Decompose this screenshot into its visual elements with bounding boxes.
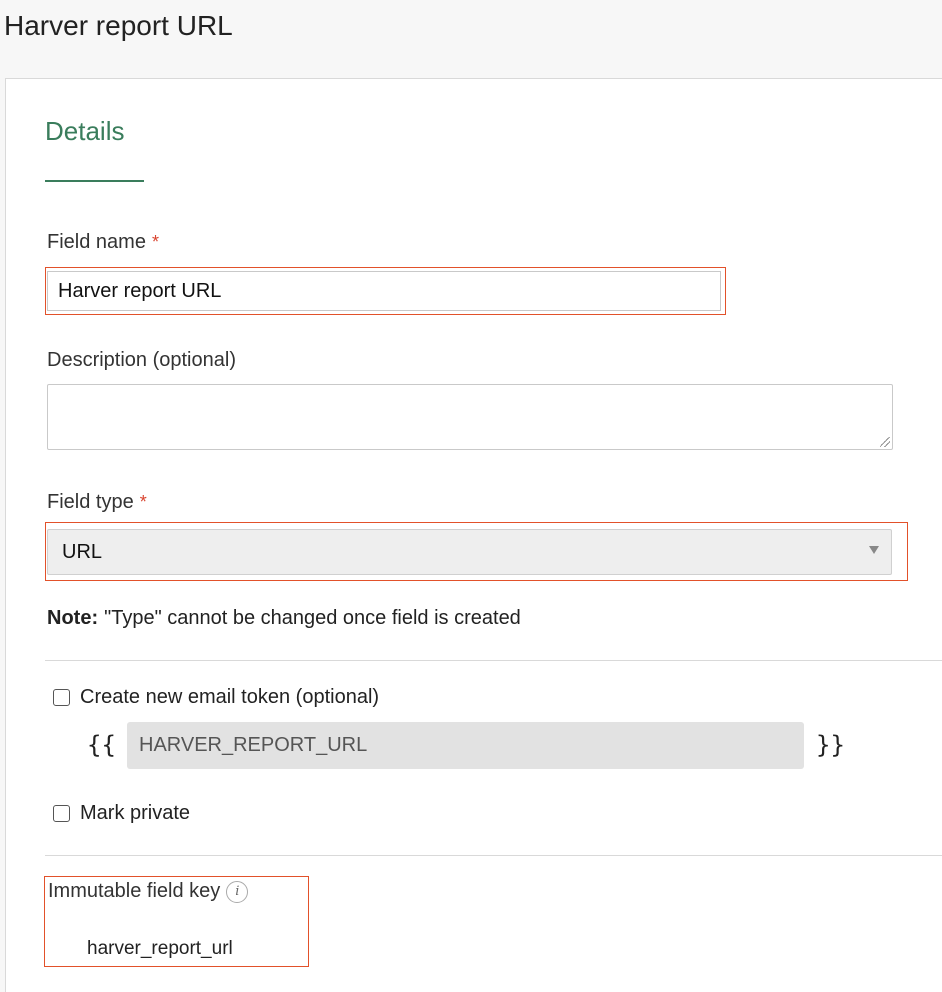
mark-private-row[interactable]: Mark private xyxy=(53,800,190,826)
note-bold-label: Note: xyxy=(47,607,99,629)
divider xyxy=(45,855,942,856)
field-type-selected-value: URL xyxy=(62,541,103,563)
resize-handle-icon[interactable] xyxy=(880,437,890,447)
note-text: "Type" cannot be changed once field is c… xyxy=(104,607,521,629)
field-type-select[interactable]: URL xyxy=(47,529,892,575)
email-token-input: HARVER_REPORT_URL xyxy=(127,722,804,769)
info-icon[interactable]: i xyxy=(226,880,249,903)
token-open-brace: {{ xyxy=(87,731,116,759)
field-type-label: Field type * xyxy=(47,489,147,515)
description-label: Description (optional) xyxy=(47,349,236,371)
required-asterisk: * xyxy=(139,492,147,512)
divider xyxy=(45,660,942,661)
immutable-key-label: Immutable field key i xyxy=(48,878,249,904)
page-title: Harver report URL xyxy=(4,10,233,41)
type-note: Note: "Type" cannot be changed once field… xyxy=(47,605,521,631)
details-panel: Details Field name * Harver report URL De… xyxy=(5,78,942,992)
dropdown-arrow-icon xyxy=(869,546,879,554)
description-textarea[interactable] xyxy=(47,384,893,450)
field-name-label-text: Field name xyxy=(47,231,146,253)
section-underline xyxy=(45,180,144,182)
email-token-checkbox[interactable] xyxy=(53,688,70,706)
field-name-input[interactable]: Harver report URL xyxy=(47,271,721,311)
field-type-label-text: Field type xyxy=(47,491,134,513)
section-title-details: Details xyxy=(45,116,125,146)
immutable-key-label-text: Immutable field key xyxy=(48,880,221,902)
mark-private-checkbox[interactable] xyxy=(53,804,70,822)
email-token-label: Create new email token (optional) xyxy=(80,686,380,708)
field-name-label: Field name * xyxy=(47,229,159,255)
required-asterisk: * xyxy=(151,232,159,252)
email-token-row[interactable]: Create new email token (optional) xyxy=(53,684,379,710)
immutable-key-value: harver_report_url xyxy=(87,938,233,959)
mark-private-label: Mark private xyxy=(80,802,191,824)
token-close-brace: }} xyxy=(816,731,845,759)
